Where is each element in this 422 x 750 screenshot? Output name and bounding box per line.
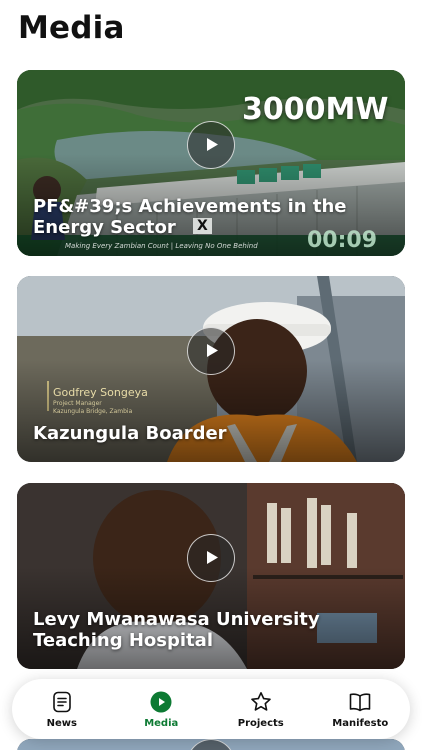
bottom-tab-bar: News Media Projects Manifesto [12, 679, 410, 739]
video-card-partial[interactable] [17, 739, 405, 750]
tab-manifesto[interactable]: Manifesto [311, 679, 411, 739]
overlay-3000mw: 3000MW [242, 92, 389, 127]
video-card-kazungula[interactable]: Godfrey Songeya Project Manager Kazungul… [17, 276, 405, 462]
video-title: PF&#39;s Achievements in the Energy Sect… [33, 196, 347, 238]
page-title: Media [18, 10, 125, 46]
tab-media[interactable]: Media [112, 679, 212, 739]
play-button[interactable] [187, 121, 235, 169]
play-icon [207, 138, 218, 151]
video-card-levy-hospital[interactable]: Levy Mwanawasa University Teaching Hospi… [17, 483, 405, 669]
overlay-role: Project Manager [53, 400, 102, 407]
overlay-tagline: Making Every Zambian Count | Leaving No … [65, 242, 258, 250]
overlay-name: Godfrey Songeya [53, 386, 148, 399]
tab-label-projects: Projects [237, 717, 284, 729]
media-play-icon [150, 691, 172, 712]
tab-label-news: News [46, 717, 77, 729]
media-screen: Media 3000MW 00:09 Making Every Zambian … [0, 0, 422, 750]
video-title: Levy Mwanawasa University Teaching Hospi… [33, 609, 320, 651]
play-icon [207, 551, 218, 564]
tab-label-manifesto: Manifesto [332, 717, 389, 729]
play-icon [207, 344, 218, 357]
star-icon [250, 691, 271, 711]
video-card-energy[interactable]: 3000MW 00:09 Making Every Zambian Count … [17, 70, 405, 256]
video-title: Kazungula Boarder [33, 423, 227, 444]
tab-news[interactable]: News [12, 679, 112, 739]
news-icon [52, 691, 71, 712]
play-button[interactable] [187, 534, 235, 582]
play-button[interactable] [187, 327, 235, 375]
tab-projects[interactable]: Projects [211, 679, 311, 739]
book-icon [349, 692, 371, 711]
tab-label-media: Media [144, 717, 179, 729]
overlay-place: Kazungula Bridge, Zambia [53, 408, 133, 415]
